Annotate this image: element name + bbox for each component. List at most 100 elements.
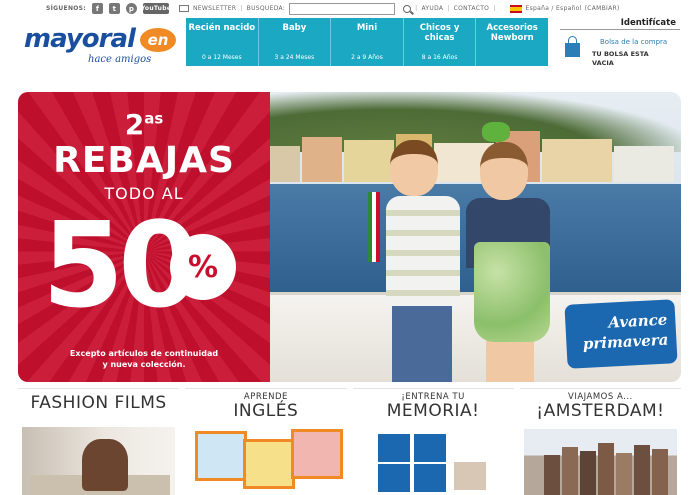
newsletter-link[interactable]: NEWSLETTER: [193, 5, 236, 12]
photo-town: [270, 122, 681, 182]
boy-figure: [390, 140, 438, 196]
nav-item-label: Mini: [356, 23, 378, 33]
identify-link[interactable]: Identifícate: [560, 18, 680, 30]
tile-entrena-memoria[interactable]: ¡ENTRENA TU MEMORIA!: [352, 388, 514, 495]
canal-house: [651, 449, 668, 495]
promo-headline: REBAJAS: [53, 140, 235, 181]
nav-item-label: Chicos y chicas: [419, 23, 460, 43]
search-input[interactable]: [289, 2, 396, 15]
nav-item-label: Accesorios Newborn: [486, 23, 538, 43]
memory-card: [376, 433, 411, 463]
promo-percent: %: [170, 234, 236, 300]
building: [344, 140, 394, 182]
facebook-icon[interactable]: f: [92, 3, 103, 14]
flash-card: [243, 439, 296, 489]
logo-tagline: hace amigos: [88, 54, 152, 65]
memory-card: [412, 463, 447, 493]
sale-promo[interactable]: 2as REBAJAS TODO AL 50 % Excepto artícul…: [18, 92, 270, 382]
nav-item-chicos-y-chicas[interactable]: Chicos y chicas 8 a 16 Años: [404, 18, 477, 66]
twitter-icon[interactable]: t: [109, 3, 120, 14]
nav-item-sub: 0 a 12 Meses: [201, 54, 242, 61]
spain-flag-icon: [509, 4, 522, 13]
pinterest-icon[interactable]: p: [126, 3, 137, 14]
flash-card: [291, 429, 344, 479]
girl-figure: [480, 142, 528, 200]
boy-figure: [392, 302, 452, 382]
girl-shape: [82, 439, 128, 491]
promo-ordinal-number: 2: [124, 108, 145, 141]
tile-fashion-films[interactable]: FASHION FILMS: [18, 388, 180, 495]
separator: |: [415, 5, 418, 12]
memory-card: [376, 463, 411, 493]
promo-ordinal: 2as: [18, 108, 270, 141]
nav-item-sub: 8 a 16 Años: [421, 54, 458, 61]
girl-figure: [486, 338, 534, 382]
girl-figure: [474, 242, 550, 342]
page: SÍGUENOS: f t p YouTube NEWSLETTER | BUS…: [0, 0, 700, 495]
flash-card: [195, 431, 248, 481]
building: [614, 146, 674, 182]
cart-status: TU BOLSA ESTA VACIA: [592, 50, 649, 67]
contact-link[interactable]: CONTACTO: [454, 5, 490, 12]
nav-item-sub: 3 a 24 Meses: [274, 54, 315, 61]
help-link[interactable]: AYUDA: [421, 5, 443, 12]
youtube-icon[interactable]: YouTube: [141, 3, 171, 14]
follow-label: SÍGUENOS:: [46, 5, 86, 12]
bag-body: [565, 43, 580, 57]
tile-image: [523, 429, 677, 495]
canal-house: [615, 453, 632, 495]
italian-flag: [368, 192, 380, 262]
search-label: BUSQUEDA:: [246, 5, 286, 12]
building: [542, 138, 612, 182]
nav-item-accesorios-newborn[interactable]: Accesorios Newborn: [476, 18, 548, 66]
tag-line2: primavera: [582, 330, 669, 353]
hero-photo[interactable]: Avance primavera: [270, 92, 681, 382]
promo-note-line1: Excepto artículos de continuidad: [69, 349, 219, 358]
logo-badge: en: [140, 28, 176, 52]
tile-title: ¡AMSTERDAM!: [536, 401, 665, 421]
separator: |: [493, 5, 496, 12]
nav-item-recien-nacido[interactable]: Recién nacido 0 a 12 Meses: [186, 18, 259, 66]
memory-card: [412, 433, 447, 463]
hair-bow: [482, 122, 510, 142]
canal-house: [597, 443, 614, 495]
feature-tiles: FASHION FILMS APRENDE INGLÉS ¡ENTRENA TU…: [18, 388, 681, 495]
canal-house: [579, 451, 596, 495]
building: [270, 146, 300, 182]
shopping-bag-icon[interactable]: [564, 36, 582, 58]
top-utility-bar: SÍGUENOS: f t p YouTube NEWSLETTER | BUS…: [0, 0, 700, 17]
nav-item-baby[interactable]: Baby 3 a 24 Meses: [259, 18, 332, 66]
tile-aprende-ingles[interactable]: APRENDE INGLÉS: [185, 388, 347, 495]
language-label: España / Español: [525, 5, 582, 12]
canal-house: [633, 445, 650, 495]
cart-link[interactable]: Bolsa de la compra: [600, 38, 667, 46]
tile-image: [357, 425, 510, 495]
separator: |: [240, 5, 243, 12]
tile-title: MEMORIA!: [386, 401, 480, 421]
promo-note: Excepto artículos de continuidad y nueva…: [18, 348, 270, 370]
nav-item-label: Recién nacido: [188, 23, 256, 33]
tile-title: FASHION FILMS: [30, 393, 167, 413]
tile-title: INGLÉS: [233, 401, 299, 421]
hero-banner[interactable]: 2as REBAJAS TODO AL 50 % Excepto artícul…: [18, 92, 681, 382]
separator: |: [447, 5, 450, 12]
avance-primavera-tag[interactable]: Avance primavera: [564, 299, 678, 369]
mayoral-logo[interactable]: mayoral en hace amigos: [22, 24, 182, 68]
tile-amsterdam[interactable]: VIAJAMOS A... ¡AMSTERDAM!: [519, 388, 681, 495]
logo-wordmark: mayoral: [24, 24, 136, 54]
canal-house: [561, 447, 578, 495]
building: [302, 137, 342, 182]
memory-card: [452, 461, 487, 491]
tile-image: [22, 427, 176, 495]
change-language-link[interactable]: (CAMBIAR): [585, 5, 620, 12]
main-nav: Recién nacido 0 a 12 Meses Baby 3 a 24 M…: [186, 18, 548, 66]
search-icon[interactable]: [403, 4, 412, 13]
mail-icon: [179, 5, 189, 12]
tile-image: [189, 425, 344, 495]
promo-note-line2: y nueva colección.: [102, 360, 186, 369]
canal-house: [543, 455, 560, 495]
boy-figure: [386, 196, 460, 306]
nav-item-sub: 2 a 9 Años: [351, 54, 383, 61]
nav-item-label: Baby: [282, 23, 307, 33]
nav-item-mini[interactable]: Mini 2 a 9 Años: [331, 18, 404, 66]
